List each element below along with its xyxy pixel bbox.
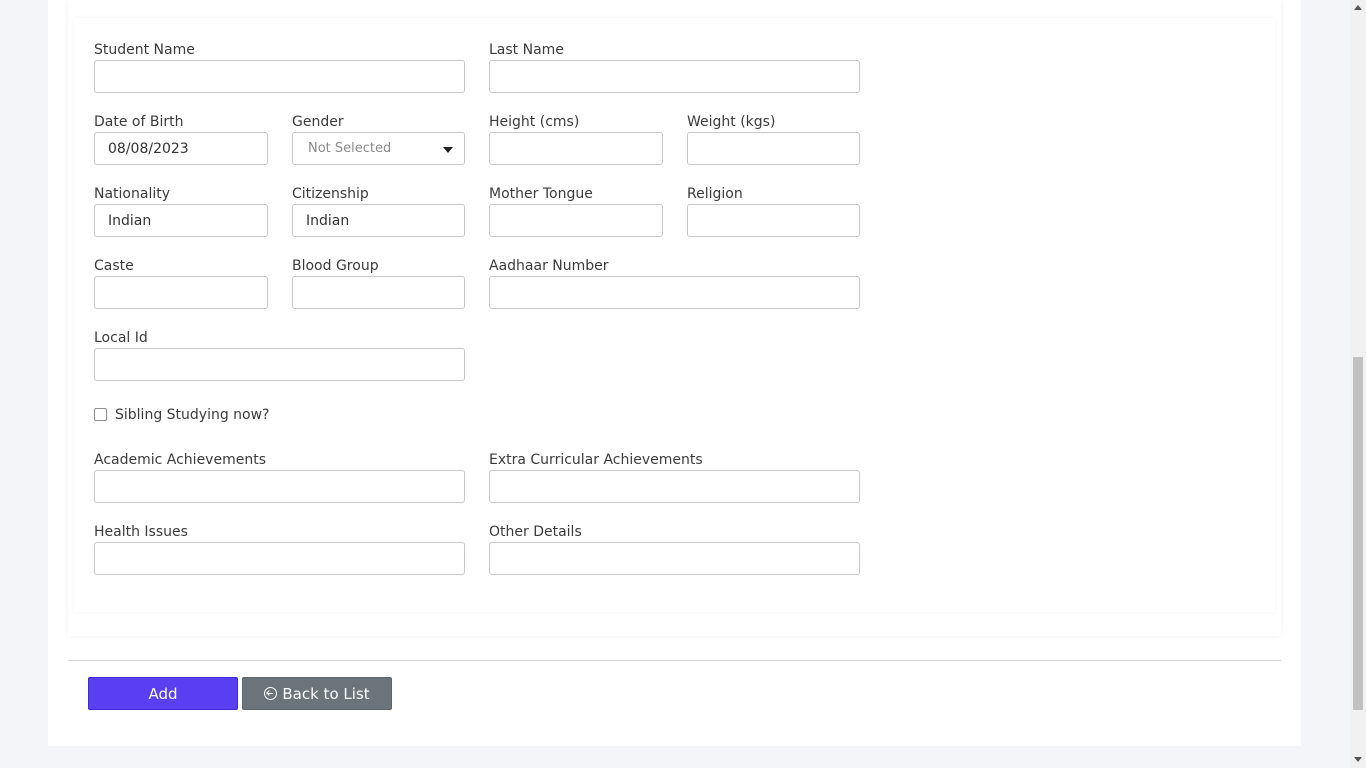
student-name-input[interactable] xyxy=(94,60,465,93)
student-name-label: Student Name xyxy=(94,42,195,58)
academic-achievements-label: Academic Achievements xyxy=(94,452,266,468)
gender-label: Gender xyxy=(292,114,344,130)
weight-input[interactable] xyxy=(687,132,860,165)
scrollbar-thumb[interactable] xyxy=(1353,357,1363,710)
health-issues-label: Health Issues xyxy=(94,524,188,540)
citizenship-label: Citizenship xyxy=(292,186,369,202)
nationality-input[interactable] xyxy=(94,204,268,237)
other-details-label: Other Details xyxy=(489,524,582,540)
height-input[interactable] xyxy=(489,132,663,165)
religion-label: Religion xyxy=(687,186,743,202)
blood-group-label: Blood Group xyxy=(292,258,379,274)
gender-select[interactable]: Not Selected xyxy=(292,132,465,165)
actions-divider xyxy=(68,660,1281,661)
date-of-birth-label: Date of Birth xyxy=(94,114,184,130)
gender-selected-value: Not Selected xyxy=(308,141,392,156)
circle-arrow-left-icon xyxy=(264,687,278,700)
caste-label: Caste xyxy=(94,258,134,274)
add-button[interactable]: Add xyxy=(88,677,238,710)
height-label: Height (cms) xyxy=(489,114,580,130)
blood-group-input[interactable] xyxy=(292,276,465,309)
extra-curricular-input[interactable] xyxy=(489,470,860,503)
date-of-birth-input[interactable] xyxy=(94,132,268,165)
aadhaar-number-input[interactable] xyxy=(489,276,860,309)
sibling-studying-checkbox[interactable] xyxy=(94,408,107,421)
scroll-up-arrow-icon[interactable] xyxy=(1354,5,1362,10)
aadhaar-number-label: Aadhaar Number xyxy=(489,258,609,274)
mother-tongue-input[interactable] xyxy=(489,204,663,237)
page-scrollbar[interactable] xyxy=(1350,0,1366,768)
caret-down-icon xyxy=(443,147,453,153)
last-name-input[interactable] xyxy=(489,60,860,93)
academic-achievements-input[interactable] xyxy=(94,470,465,503)
back-to-list-button[interactable]: Back to List xyxy=(242,677,392,710)
last-name-label: Last Name xyxy=(489,42,564,58)
citizenship-input[interactable] xyxy=(292,204,465,237)
religion-input[interactable] xyxy=(687,204,860,237)
mother-tongue-label: Mother Tongue xyxy=(489,186,593,202)
health-issues-input[interactable] xyxy=(94,542,465,575)
extra-curricular-label: Extra Curricular Achievements xyxy=(489,452,703,468)
caste-input[interactable] xyxy=(94,276,268,309)
weight-label: Weight (kgs) xyxy=(687,114,776,130)
local-id-input[interactable] xyxy=(94,348,465,381)
scroll-down-arrow-icon[interactable] xyxy=(1354,757,1362,762)
form-panel xyxy=(74,18,1275,612)
local-id-label: Local Id xyxy=(94,330,148,346)
nationality-label: Nationality xyxy=(94,186,171,202)
back-to-list-label: Back to List xyxy=(282,684,370,703)
sibling-studying-label[interactable]: Sibling Studying now? xyxy=(115,406,270,424)
other-details-input[interactable] xyxy=(489,542,860,575)
